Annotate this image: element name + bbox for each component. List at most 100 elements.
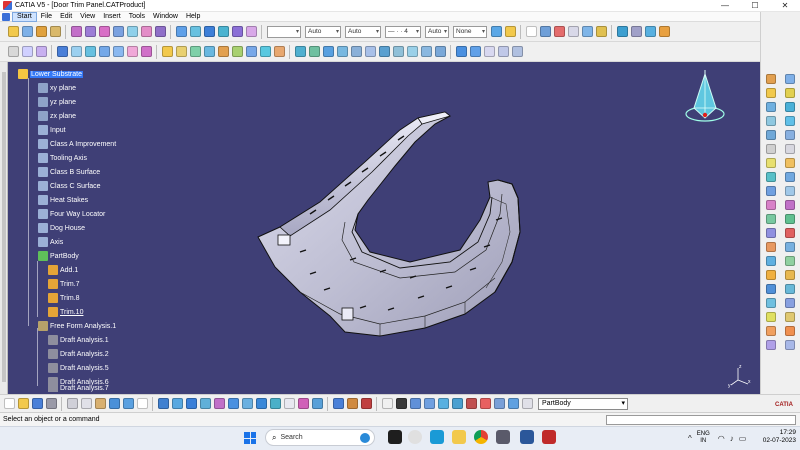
view-mode-icon[interactable] [311, 398, 323, 409]
cut-icon[interactable] [66, 398, 78, 409]
tree-node-axis[interactable]: Axis [38, 236, 63, 248]
define-in-work-icon[interactable] [479, 398, 491, 409]
tree-node-partbody[interactable]: PartBody [38, 250, 79, 262]
tray-overflow-icon[interactable]: ^ [688, 434, 692, 443]
thickness-tool-icon[interactable] [231, 26, 243, 37]
porcupine-tool-icon[interactable] [785, 284, 795, 294]
views-tool-icon[interactable] [378, 46, 390, 57]
surface-network-tool-icon[interactable] [766, 102, 776, 112]
tree-node-draft-analysis-1[interactable]: Draft Analysis.1 [48, 334, 109, 346]
environment-tool-icon[interactable] [766, 340, 776, 350]
inspect-tool-icon[interactable] [766, 256, 776, 266]
rotate-tool-icon[interactable] [273, 46, 285, 57]
connect-tool-icon[interactable] [140, 46, 152, 57]
sphere-tool-icon[interactable] [766, 116, 776, 126]
properties-tool-icon[interactable] [504, 26, 516, 37]
tree-node-lower-substrate[interactable]: Lower Substrate [18, 68, 83, 80]
control-points-tool-icon[interactable] [766, 158, 776, 168]
split-tool-icon[interactable] [217, 46, 229, 57]
line-thickness-combo[interactable]: Auto [345, 25, 381, 38]
measure-item-icon[interactable] [346, 398, 358, 409]
axis-tool-icon[interactable] [785, 88, 795, 98]
tree-scrollbar-thumb[interactable] [2, 72, 6, 382]
line-tool-icon[interactable] [21, 46, 33, 57]
tree-node-dog-house[interactable]: Dog House [38, 222, 85, 234]
pocket-tool-icon[interactable] [49, 26, 61, 37]
design-table-tool-icon[interactable] [581, 26, 593, 37]
invert-tool-icon[interactable] [785, 214, 795, 224]
tree-scrollbar[interactable] [0, 62, 8, 394]
door-trim-3d-model[interactable] [250, 102, 550, 352]
compass-tool-icon[interactable] [497, 46, 509, 57]
swap-space-tool-icon[interactable] [420, 46, 432, 57]
zoom-out-tool-icon[interactable] [350, 46, 362, 57]
tree-expand-icon[interactable] [409, 398, 421, 409]
update-icon[interactable] [451, 398, 463, 409]
sketcher-tool-icon[interactable] [785, 74, 795, 84]
remove-tool-icon[interactable] [766, 242, 776, 252]
color-combo[interactable] [267, 25, 301, 38]
rotate-icon[interactable] [199, 398, 211, 409]
l-app-icon[interactable] [430, 430, 444, 444]
menu-help[interactable]: Help [182, 12, 204, 22]
fly-mode-icon[interactable] [157, 398, 169, 409]
near-tool-icon[interactable] [785, 200, 795, 210]
menu-tools[interactable]: Tools [125, 12, 149, 22]
pan-tool-icon[interactable] [308, 46, 320, 57]
surface-tool-icon[interactable] [112, 26, 124, 37]
pattern-tool-icon[interactable] [785, 102, 795, 112]
blend-tool-icon[interactable] [203, 46, 215, 57]
disassemble-tool-icon[interactable] [785, 186, 795, 196]
battery-icon[interactable]: ▭ [739, 434, 747, 443]
fill-tool-icon[interactable] [140, 26, 152, 37]
spline-tool-icon[interactable] [98, 46, 110, 57]
select-tool-icon[interactable] [7, 26, 19, 37]
menu-file[interactable]: File [37, 12, 56, 22]
volume-icon[interactable]: ♪ [730, 434, 734, 443]
core-cavity-tool-icon[interactable] [785, 270, 795, 280]
connect-surface-tool-icon[interactable] [766, 228, 776, 238]
loft-tool-icon[interactable] [189, 46, 201, 57]
deviation-tool-icon[interactable] [766, 270, 776, 280]
tree-node-class-c-surface[interactable]: Class C Surface [38, 180, 101, 192]
word-icon[interactable] [520, 430, 534, 444]
reorder-icon[interactable] [437, 398, 449, 409]
compass-icon[interactable] [680, 70, 730, 130]
tree-node-zx-plane[interactable]: zx plane [38, 110, 76, 122]
corner-tool-icon[interactable] [126, 46, 138, 57]
rotate-view-tool-icon[interactable] [322, 46, 334, 57]
normal-view-icon[interactable] [241, 398, 253, 409]
system-clock[interactable]: 17:29 02-07-2023 [756, 429, 796, 445]
painter-tool-icon[interactable] [490, 26, 502, 37]
measure-between-icon[interactable] [332, 398, 344, 409]
draft-tool-icon[interactable] [175, 26, 187, 37]
copy-icon[interactable] [80, 398, 92, 409]
tree-node-draft-analysis-5[interactable]: Draft Analysis.5 [48, 362, 109, 374]
print-icon[interactable] [45, 398, 57, 409]
highlight-tool-icon[interactable] [766, 312, 776, 322]
tree-node-free-form-analysis-1[interactable]: Free Form Analysis.1 [38, 320, 116, 332]
normal-view-tool-icon[interactable] [364, 46, 376, 57]
maximize-button[interactable]: ☐ [740, 0, 770, 12]
taskbar-search-box[interactable]: ⌕ Search [265, 429, 375, 446]
tree-node-draft-analysis-7[interactable]: Draft Analysis.7 [48, 384, 109, 392]
formula-tool-icon[interactable] [525, 26, 537, 37]
local-update-icon[interactable] [507, 398, 519, 409]
tree-node-heat-stakes[interactable]: Heat Stakes [38, 194, 88, 206]
fit-all-tool-icon[interactable] [294, 46, 306, 57]
menu-edit[interactable]: Edit [56, 12, 76, 22]
tree-node-four-way-locator[interactable]: Four Way Locator [38, 208, 105, 220]
tree-node-trim-10[interactable]: Trim.10 [48, 306, 83, 318]
shading-icon[interactable] [269, 398, 281, 409]
sweep-tool-icon[interactable] [175, 46, 187, 57]
curvature-tool-icon[interactable] [766, 284, 776, 294]
menu-view[interactable]: View [76, 12, 99, 22]
task-view-icon[interactable] [388, 430, 402, 444]
zoom-out-icon[interactable] [227, 398, 239, 409]
open-file-icon[interactable] [17, 398, 29, 409]
dimension-tool-icon[interactable] [469, 46, 481, 57]
power-input-field[interactable] [606, 414, 796, 425]
current-body-combo[interactable]: PartBody [538, 397, 628, 410]
minimize-button[interactable]: — [710, 0, 740, 12]
boundary-tool-icon[interactable] [231, 46, 243, 57]
